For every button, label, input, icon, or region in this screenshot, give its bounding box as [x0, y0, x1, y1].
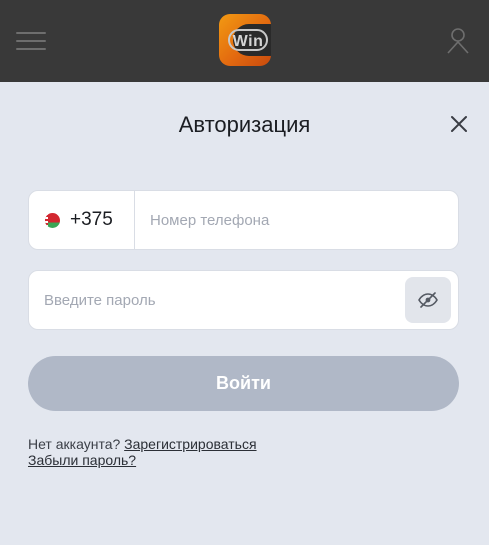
- password-input[interactable]: [29, 270, 405, 330]
- no-account-text: Нет аккаунта?: [28, 436, 121, 452]
- login-button[interactable]: Войти: [28, 356, 459, 411]
- logo-text: Win: [228, 29, 268, 51]
- user-profile-icon[interactable]: [446, 26, 470, 54]
- phone-input[interactable]: [135, 190, 458, 250]
- password-visibility-toggle[interactable]: [405, 277, 451, 323]
- dialog-title: Авторизация: [178, 112, 311, 137]
- hamburger-menu-icon[interactable]: [16, 30, 46, 50]
- register-link[interactable]: Зарегистрироваться: [124, 436, 256, 452]
- logo[interactable]: Win: [219, 14, 271, 66]
- auth-links: Нет аккаунта? Зарегистрироваться Забыли …: [28, 436, 257, 468]
- eye-hidden-icon: [418, 292, 438, 308]
- close-icon[interactable]: [449, 114, 469, 134]
- password-field: [28, 270, 459, 330]
- country-code-selector[interactable]: +375: [29, 191, 135, 249]
- phone-field: +375: [28, 190, 459, 250]
- top-bar: Win: [0, 0, 489, 82]
- forgot-password-link[interactable]: Забыли пароль?: [28, 452, 136, 468]
- belarus-flag-icon: [45, 212, 60, 228]
- country-code: +375: [70, 209, 113, 230]
